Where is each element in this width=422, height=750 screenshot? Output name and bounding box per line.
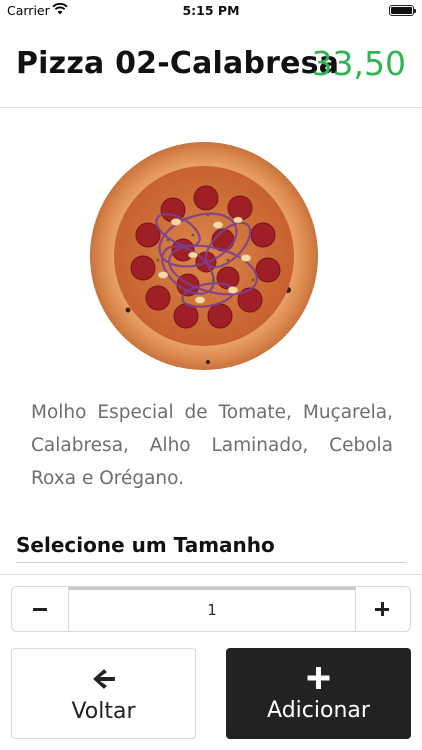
status-bar: Carrier 5:15 PM <box>0 0 422 22</box>
size-section-title: Selecione um Tamanho <box>16 533 275 557</box>
product-title: Pizza 02-Calabresa <box>16 46 340 81</box>
decrement-button[interactable] <box>12 587 68 631</box>
arrow-left-icon <box>93 669 115 689</box>
product-price: 33,50 <box>311 44 406 83</box>
section-divider <box>0 574 422 575</box>
product-header: Pizza 02-Calabresa 33,50 <box>0 22 422 108</box>
status-time: 5:15 PM <box>182 3 240 18</box>
back-button-label: Voltar <box>71 699 136 724</box>
quantity-value[interactable]: 1 <box>68 587 356 631</box>
product-image-area <box>0 110 422 385</box>
plus-icon <box>307 667 330 689</box>
pizza-image <box>90 142 318 370</box>
battery-icon <box>389 5 416 16</box>
back-button[interactable]: Voltar <box>11 648 196 739</box>
quantity-stepper: 1 <box>11 586 411 632</box>
section-title-underline <box>16 562 406 563</box>
add-button-label: Adicionar <box>267 698 370 723</box>
minus-icon <box>33 607 47 611</box>
add-to-cart-button[interactable]: Adicionar <box>226 648 411 739</box>
increment-button[interactable] <box>354 587 410 631</box>
product-description: Molho Especial de Tomate, Muçarela, Cala… <box>31 402 393 489</box>
plus-icon <box>375 602 389 616</box>
